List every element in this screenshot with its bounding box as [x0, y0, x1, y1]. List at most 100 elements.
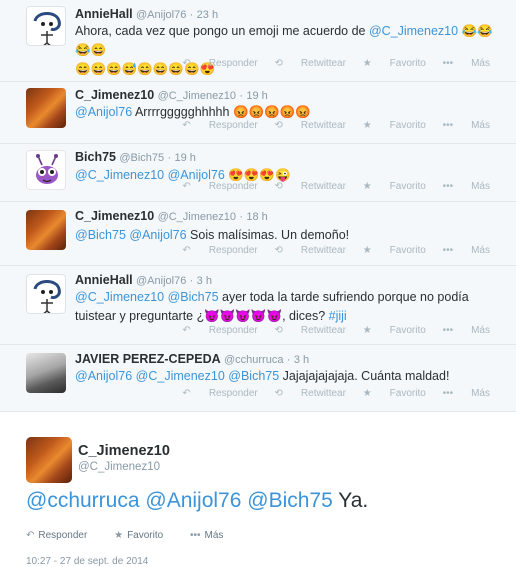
permalink-tweet: C_Jimenez10 @C_Jimenez10 @cchurruca @Ani… — [0, 413, 516, 567]
more-label: Más — [471, 388, 490, 399]
avatar[interactable] — [26, 353, 66, 393]
hashtag-link[interactable]: #jiji — [329, 309, 347, 323]
tweet[interactable]: JAVIER PEREZ-CEPEDA @cchurruca · 3 h @An… — [0, 345, 516, 412]
mention-link[interactable]: @C_Jimenez10 — [75, 168, 164, 182]
more-button[interactable]: ••• Más — [443, 120, 490, 131]
avatar[interactable] — [26, 88, 66, 128]
timestamp[interactable]: 3 h — [197, 275, 212, 287]
display-name[interactable]: Bich75 — [75, 150, 116, 164]
drawing-avatar-icon — [33, 12, 61, 45]
retweet-icon: ⟲ — [274, 120, 283, 131]
favorite-button[interactable]: ★ Favorito — [363, 245, 426, 256]
favorite-label: Favorito — [389, 58, 426, 69]
display-name[interactable]: JAVIER PEREZ-CEPEDA — [75, 352, 221, 366]
screen-name[interactable]: @C_Jimenez10 — [158, 90, 236, 102]
more-button[interactable]: ••• Más — [443, 58, 490, 69]
favorite-label: Favorito — [389, 120, 426, 131]
display-name[interactable]: C_Jimenez10 — [78, 443, 170, 459]
favorite-button[interactable]: ★ Favorito — [363, 388, 426, 399]
tweet[interactable]: C_Jimenez10 @C_Jimenez10 · 18 h @Bich75 … — [0, 202, 516, 266]
favorite-button[interactable]: ★ Favorito — [363, 325, 426, 336]
reply-button[interactable]: ↶ Responder — [182, 58, 257, 69]
screen-name[interactable]: @Anijol76 — [136, 275, 186, 287]
more-dots-icon: ••• — [442, 388, 454, 399]
mention-link[interactable]: @Anijol76 — [168, 168, 225, 182]
tweet[interactable]: Bich75 @Bich75 · 19 h @C_Jimenez10 @Anij… — [0, 144, 516, 202]
retweet-label: Retwittear — [300, 245, 346, 256]
display-name[interactable]: C_Jimenez10 — [75, 209, 154, 223]
timestamp[interactable]: 3 h — [294, 354, 309, 366]
retweet-button[interactable]: ⟲ Retwittear — [275, 181, 346, 192]
favorite-star-icon: ★ — [362, 58, 372, 69]
screen-name[interactable]: @Bich75 — [119, 152, 164, 164]
retweet-button[interactable]: ⟲ Retwittear — [275, 120, 346, 131]
timestamp[interactable]: 23 h — [197, 9, 218, 21]
retweet-button[interactable]: ⟲ Retwittear — [275, 325, 346, 336]
mention-link[interactable]: @Anijol76 — [75, 105, 132, 119]
mention-link[interactable]: @C_Jimenez10 — [75, 290, 164, 304]
tweet[interactable]: AnnieHall @Anijol76 · 3 h @C_Jimenez10 @… — [0, 266, 516, 345]
retweet-label: Retwittear — [300, 181, 346, 192]
screen-name[interactable]: @Anijol76 — [136, 9, 186, 21]
tweet-actions: ↶ Responder ⟲ Retwittear ★ Favorito ••• Más — [168, 120, 490, 131]
tweet[interactable]: AnnieHall @Anijol76 · 23 h Ahora, cada v… — [0, 0, 516, 82]
timestamp[interactable]: 19 h — [246, 90, 267, 102]
favorite-label: Favorito — [127, 530, 164, 541]
avatar[interactable] — [26, 437, 72, 483]
more-button[interactable]: ••• Más — [443, 388, 490, 399]
tweet-timestamp[interactable]: 10:27 - 27 de sept. de 2014 — [26, 556, 148, 567]
more-button[interactable]: ••• Más — [443, 181, 490, 192]
separator: · — [239, 211, 244, 223]
mention-link[interactable]: @C_Jimenez10 — [136, 369, 225, 383]
mention-link[interactable]: @Anijol76 — [145, 489, 241, 512]
more-label: Más — [471, 181, 490, 192]
retweet-label: Retwittear — [300, 325, 346, 336]
tweet[interactable]: C_Jimenez10 @C_Jimenez10 · 19 h @Anijol7… — [0, 82, 516, 144]
avatar[interactable] — [26, 6, 66, 46]
retweet-button[interactable]: ⟲ Retwittear — [275, 58, 346, 69]
reply-button[interactable]: ↶ Responder — [182, 388, 257, 399]
mention-link[interactable]: @cchurruca — [26, 489, 140, 512]
reply-button[interactable]: ↶ Responder — [182, 120, 257, 131]
mention-link[interactable]: @Anijol76 — [75, 369, 132, 383]
more-button[interactable]: ••• Más — [443, 325, 490, 336]
retweet-button[interactable]: ⟲ Retwittear — [275, 388, 346, 399]
timestamp[interactable]: 18 h — [246, 211, 267, 223]
mention-link[interactable]: @Bich75 — [228, 369, 279, 383]
favorite-button[interactable]: ★ Favorito — [363, 120, 426, 131]
avatar[interactable] — [26, 150, 66, 190]
mention-link[interactable]: @Bich75 — [247, 489, 333, 512]
mention-link[interactable]: @Bich75 — [75, 228, 126, 242]
favorite-star-icon: ★ — [362, 120, 372, 131]
screen-name[interactable]: @C_Jimenez10 — [158, 211, 236, 223]
tweet-text: Ahora, cada vez que pongo un emoji me ac… — [75, 22, 505, 79]
timestamp[interactable]: 19 h — [175, 152, 196, 164]
conversation-thread: AnnieHall @Anijol76 · 23 h Ahora, cada v… — [0, 0, 516, 412]
favorite-star-icon: ★ — [362, 325, 372, 336]
display-name[interactable]: C_Jimenez10 — [75, 88, 154, 102]
retweet-button[interactable]: ⟲ Retwittear — [275, 245, 346, 256]
retweet-icon: ⟲ — [274, 388, 283, 399]
reply-label: Responder — [208, 245, 258, 256]
reply-button[interactable]: ↶ Responder — [182, 245, 257, 256]
screen-name[interactable]: @cchurruca — [224, 354, 283, 366]
avatar[interactable] — [26, 274, 66, 314]
mention-link[interactable]: @Anijol76 — [129, 228, 186, 242]
favorite-button[interactable]: ★ Favorito — [114, 530, 175, 541]
screen-name[interactable]: @C_Jimenez10 — [78, 461, 160, 473]
display-name[interactable]: AnnieHall — [75, 273, 133, 287]
reply-button[interactable]: ↶ Responder — [182, 325, 257, 336]
favorite-star-icon: ★ — [114, 530, 124, 541]
display-name[interactable]: AnnieHall — [75, 7, 133, 21]
avatar[interactable] — [26, 210, 66, 250]
more-dots-icon: ••• — [442, 120, 454, 131]
more-button[interactable]: ••• Más — [443, 245, 490, 256]
more-button[interactable]: ••• Más — [190, 530, 235, 541]
reply-button[interactable]: ↶ Responder — [182, 181, 257, 192]
reply-button[interactable]: ↶ Responder — [26, 530, 99, 541]
mention-link[interactable]: @C_Jimenez10 — [369, 24, 458, 38]
favorite-button[interactable]: ★ Favorito — [363, 181, 426, 192]
mention-link[interactable]: @Bich75 — [168, 290, 219, 304]
favorite-button[interactable]: ★ Favorito — [363, 58, 426, 69]
favorite-label: Favorito — [389, 245, 426, 256]
